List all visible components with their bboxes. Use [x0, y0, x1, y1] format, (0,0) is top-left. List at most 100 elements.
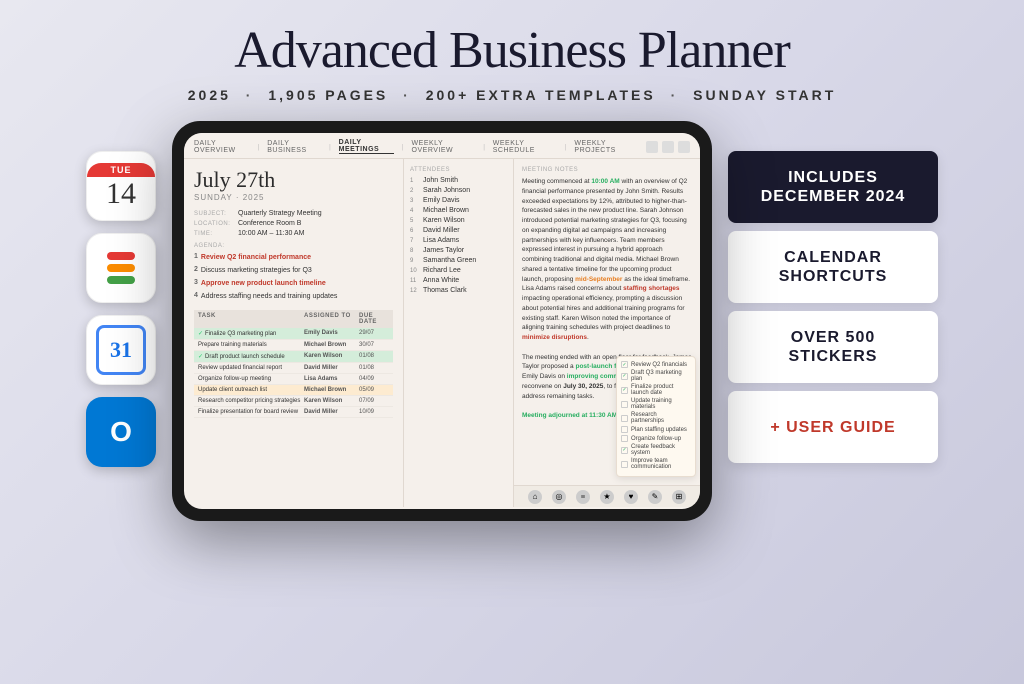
location-label: LOCATION:: [194, 220, 234, 227]
time-row: TIME: 10:00 AM – 11:30 AM: [194, 230, 393, 237]
toolbar-icon-4[interactable]: ★: [600, 490, 614, 504]
attendee-1: 1John Smith: [410, 177, 507, 184]
calendar-date-number: 14: [106, 177, 136, 210]
gcal-inner: 31: [96, 325, 146, 375]
dot1: ·: [246, 87, 254, 103]
task-col-task-label: TASK: [198, 313, 304, 325]
nav-icon-3[interactable]: [678, 141, 690, 153]
nav-weekly-schedule[interactable]: WEEKLY SCHEDULE: [493, 140, 557, 154]
task-row-8: Finalize presentation for board review D…: [194, 407, 393, 418]
task-col-assigned-label: ASSIGNED TO: [304, 313, 359, 325]
tablet-frame: DAILY OVERVIEW | DAILY BUSINESS | DAILY …: [172, 121, 712, 521]
page-title: Advanced Business Planner: [0, 22, 1024, 79]
attendee-9: 9Samantha Green: [410, 257, 507, 264]
dot2: ·: [403, 87, 411, 103]
nav-daily-meetings[interactable]: DAILY MEETINGS: [339, 139, 395, 154]
meeting-date: July 27th: [194, 167, 393, 193]
subject-row: SUBJECT: Quarterly Strategy Meeting: [194, 210, 393, 217]
subtitle-templates: 200+ EXTRA TEMPLATES: [426, 87, 656, 103]
attendee-11: 11Anna White: [410, 277, 507, 284]
feature-card-stickers: OVER 500STICKERS: [728, 311, 938, 383]
meeting-notes-panel: MEETING NOTES Meeting commenced at 10:00…: [514, 159, 700, 507]
attendee-7: 7Lisa Adams: [410, 237, 507, 244]
tablet-screen: DAILY OVERVIEW | DAILY BUSINESS | DAILY …: [184, 133, 700, 509]
feature-card-calendar-shortcuts: CALENDARSHORTCUTS: [728, 231, 938, 303]
checklist-item-5: Research partnerships: [621, 412, 691, 424]
time-value: 10:00 AM – 11:30 AM: [238, 230, 304, 237]
subject-value: Quarterly Strategy Meeting: [238, 210, 322, 217]
feature-card-december-text: INCLUDESDECEMBER 2024: [761, 168, 906, 206]
agenda-item-2: 2 Discuss marketing strategies for Q3: [194, 266, 393, 275]
nav-daily-business[interactable]: DAILY BUSINESS: [267, 140, 321, 154]
checklist-item-9: Improve team communication: [621, 458, 691, 470]
feature-card-december: INCLUDESDECEMBER 2024: [728, 151, 938, 223]
agenda-item-3: 3 Approve new product launch timeline: [194, 279, 393, 288]
nav-icon-1[interactable]: [646, 141, 658, 153]
toolbar-icon-7[interactable]: ⊞: [672, 490, 686, 504]
nav-icon-2[interactable]: [662, 141, 674, 153]
reminder-dot-red: [107, 252, 135, 260]
screen-body: July 27th SUNDAY · 2025 SUBJECT: Quarter…: [184, 159, 700, 507]
toolbar-icon-1[interactable]: ⌂: [528, 490, 542, 504]
toolbar-icon-3[interactable]: ≡: [576, 490, 590, 504]
reminders-app-icon[interactable]: [86, 233, 156, 303]
feature-card-stickers-text: OVER 500STICKERS: [789, 328, 878, 366]
reminder-dot-green: [107, 276, 135, 284]
page-header: Advanced Business Planner 2025 · 1,905 P…: [0, 0, 1024, 111]
reminders-dots: [99, 244, 143, 292]
time-label: TIME:: [194, 230, 234, 237]
feature-card-user-guide: + USER GUIDE: [728, 391, 938, 463]
nav-weekly-projects[interactable]: WEEKLY PROJECTS: [574, 140, 638, 154]
calendar-day-label: TUE: [87, 163, 155, 177]
checklist-overlay: ✓ Review Q2 financials ✓ Draft Q3 market…: [616, 356, 696, 477]
task-row-5: Organize follow-up meeting Lisa Adams 04…: [194, 374, 393, 385]
agenda-item-1: 1 Review Q2 financial performance: [194, 253, 393, 262]
checklist-item-4: Update training materials: [621, 398, 691, 410]
calendar-app-icon[interactable]: TUE 14: [86, 151, 156, 221]
attendee-4: 4Michael Brown: [410, 207, 507, 214]
tablet-device: DAILY OVERVIEW | DAILY BUSINESS | DAILY …: [172, 121, 712, 521]
attendee-6: 6David Miller: [410, 227, 507, 234]
task-row-2: Prepare training materials Michael Brown…: [194, 340, 393, 351]
subject-label: SUBJECT:: [194, 210, 234, 217]
toolbar-icon-2[interactable]: ◎: [552, 490, 566, 504]
task-row-1: ✓Finalize Q3 marketing plan Emily Davis …: [194, 328, 393, 340]
main-area: TUE 14 31 O DAILY OVERVI: [0, 111, 1024, 521]
screen-toolbar: ⌂ ◎ ≡ ★ ♥ ✎ ⊞: [514, 485, 700, 507]
nav-daily-overview[interactable]: DAILY OVERVIEW: [194, 140, 250, 154]
left-panel: July 27th SUNDAY · 2025 SUBJECT: Quarter…: [184, 159, 404, 507]
toolbar-icon-6[interactable]: ✎: [648, 490, 662, 504]
task-row-4: Review updated financial report David Mi…: [194, 363, 393, 374]
task-row-3: ✓Draft product launch schedule Karen Wil…: [194, 351, 393, 363]
attendee-8: 8James Taylor: [410, 247, 507, 254]
agenda-section-label: AGENDA:: [194, 243, 393, 249]
subtitle-year: 2025: [188, 87, 231, 103]
task-row-6: Update client outreach list Michael Brow…: [194, 385, 393, 396]
agenda-item-4: 4 Address staffing needs and training up…: [194, 292, 393, 301]
dot3: ·: [671, 87, 679, 103]
meeting-date-sub: SUNDAY · 2025: [194, 193, 393, 202]
attendee-10: 10Richard Lee: [410, 267, 507, 274]
location-value: Conference Room B: [238, 220, 301, 227]
attendees-panel: ATTENDEES 1John Smith 2Sarah Johnson 3Em…: [404, 159, 514, 507]
checklist-item-8: ✓ Create feedback system: [621, 444, 691, 456]
page-subtitle: 2025 · 1,905 PAGES · 200+ EXTRA TEMPLATE…: [0, 87, 1024, 103]
attendee-3: 3Emily Davis: [410, 197, 507, 204]
checklist-item-6: Plan staffing updates: [621, 426, 691, 433]
checklist-item-2: ✓ Draft Q3 marketing plan: [621, 370, 691, 382]
task-table: TASK ASSIGNED TO DUE DATE ✓Finalize Q3 m…: [194, 310, 393, 418]
outlook-app-icon[interactable]: O: [86, 397, 156, 467]
attendee-12: 12Thomas Clark: [410, 287, 507, 294]
reminder-dot-orange: [107, 264, 135, 272]
subtitle-start: SUNDAY START: [693, 87, 836, 103]
location-row: LOCATION: Conference Room B: [194, 220, 393, 227]
toolbar-icon-5[interactable]: ♥: [624, 490, 638, 504]
attendee-2: 2Sarah Johnson: [410, 187, 507, 194]
checklist-item-3: ✓ Finalize product launch date: [621, 384, 691, 396]
nav-weekly-overview[interactable]: WEEKLY OVERVIEW: [412, 140, 476, 154]
task-table-header: TASK ASSIGNED TO DUE DATE: [194, 310, 393, 328]
screen-nav: DAILY OVERVIEW | DAILY BUSINESS | DAILY …: [184, 133, 700, 159]
left-app-icons: TUE 14 31 O: [86, 121, 156, 467]
gcal-date-number: 31: [110, 337, 132, 363]
google-calendar-app-icon[interactable]: 31: [86, 315, 156, 385]
